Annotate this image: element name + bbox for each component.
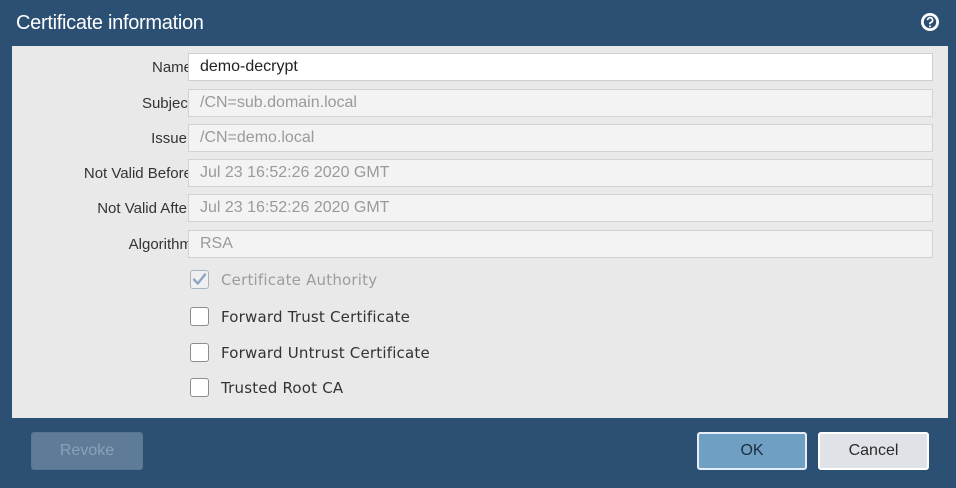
issuer-row: Issuer /CN=demo.local [12,124,948,154]
name-label: Name [151,59,192,76]
forward-untrust-checkbox-row[interactable]: Forward Untrust Certificate [190,342,550,366]
algorithm-field: RSA [188,230,933,258]
trusted-root-ca-checkbox[interactable] [190,378,209,397]
dialog-content: Name Subject /CN=sub.domain.local Issuer… [12,46,948,418]
certificate-authority-checkbox [190,270,209,289]
subject-label: Subject [141,95,192,112]
ok-button[interactable]: OK [697,432,807,470]
not-valid-before-field: Jul 23 16:52:26 2020 GMT [188,159,933,187]
revoke-button: Revoke [31,432,143,470]
cancel-button[interactable]: Cancel [818,432,929,470]
certificate-authority-label: Certificate Authority [221,271,378,289]
forward-untrust-checkbox[interactable] [190,343,209,362]
checkmark-icon [192,272,206,285]
algorithm-label: Algorithm [128,236,192,253]
trusted-root-ca-label: Trusted Root CA [221,379,344,397]
forward-untrust-label: Forward Untrust Certificate [221,344,430,362]
name-row: Name [12,53,948,83]
not-valid-after-row: Not Valid After Jul 23 16:52:26 2020 GMT [12,194,948,224]
subject-row: Subject /CN=sub.domain.local [12,89,948,119]
dialog-titlebar: Certificate information [0,0,956,46]
name-field[interactable] [188,53,933,81]
not-valid-after-field: Jul 23 16:52:26 2020 GMT [188,194,933,222]
certificate-authority-checkbox-row: Certificate Authority [190,269,550,293]
not-valid-before-label: Not Valid Before [83,165,192,182]
certificate-information-dialog: Certificate information Name Subject /CN… [0,0,956,488]
issuer-field: /CN=demo.local [188,124,933,152]
forward-trust-label: Forward Trust Certificate [221,308,411,326]
help-icon[interactable] [920,12,940,32]
issuer-label: Issuer [151,130,192,147]
not-valid-after-label: Not Valid After [97,200,192,217]
subject-field: /CN=sub.domain.local [188,89,933,117]
algorithm-row: Algorithm RSA [12,230,948,260]
forward-trust-checkbox-row[interactable]: Forward Trust Certificate [190,306,550,330]
dialog-title: Certificate information [16,12,204,34]
trusted-root-ca-checkbox-row[interactable]: Trusted Root CA [190,377,550,401]
forward-trust-checkbox[interactable] [190,307,209,326]
not-valid-before-row: Not Valid Before Jul 23 16:52:26 2020 GM… [12,159,948,189]
